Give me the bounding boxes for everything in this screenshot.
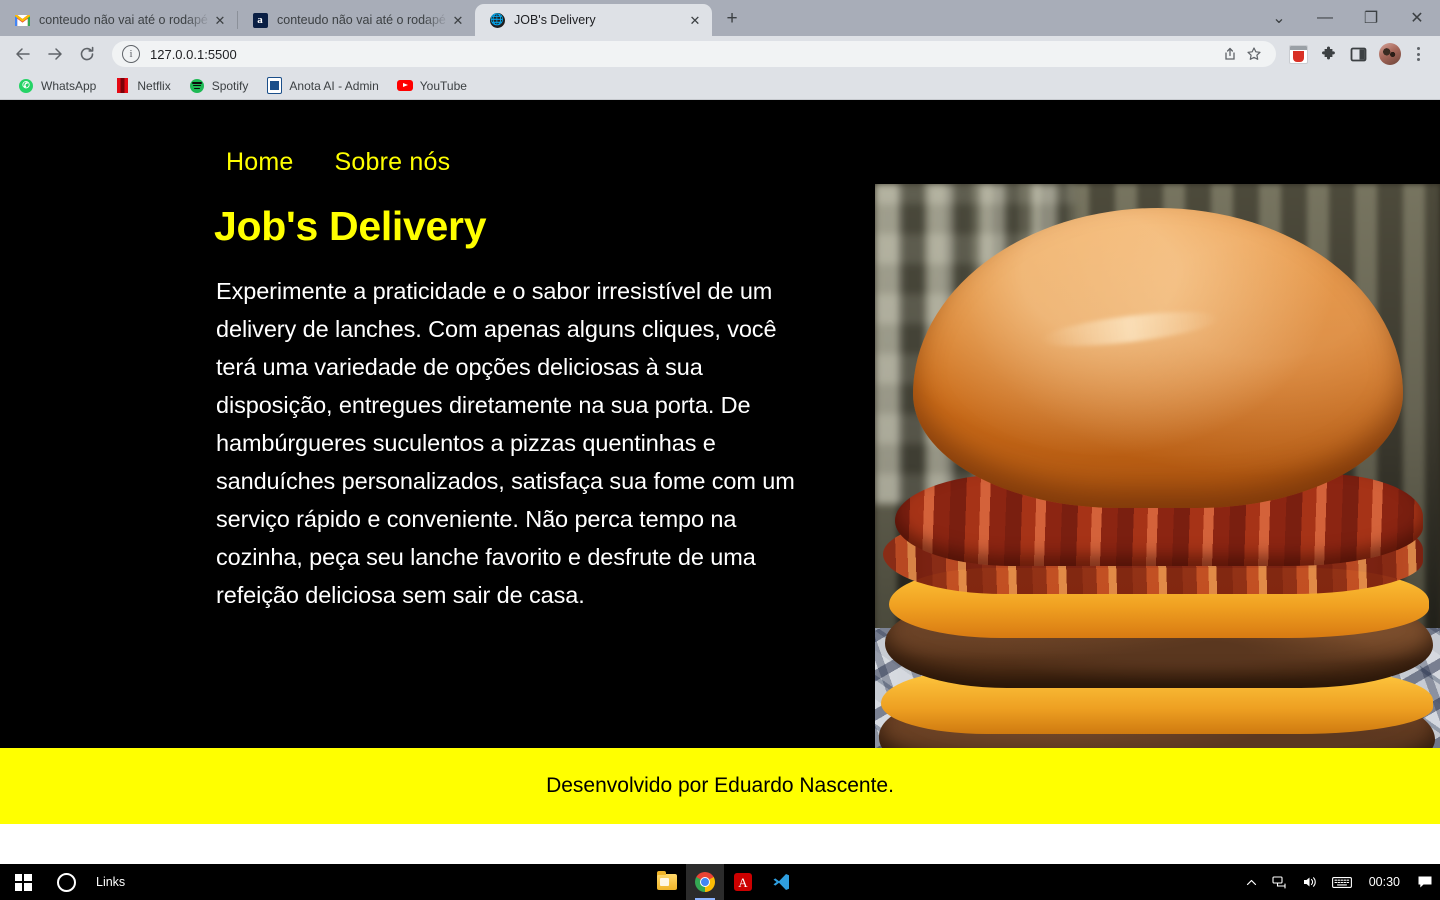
gmail-icon [14,12,30,28]
bookmark-label: YouTube [419,78,467,93]
burger-photo [875,184,1440,748]
bookmarks-bar: ✆ WhatsApp Netflix Spotify Anota AI - Ad… [0,72,1440,100]
hero-paragraph: Experimente a praticidade e o sabor irre… [216,278,795,608]
nav-link-sobre-nos[interactable]: Sobre nós [335,148,451,177]
system-tray: 00:30 [1238,864,1440,900]
page-footer: Desenvolvido por Eduardo Nascente. [0,748,1440,824]
taskbar-app-vscode[interactable] [762,864,800,900]
bookmark-youtube[interactable]: YouTube [389,75,475,97]
tab-strip: conteudo não vai até o rodapé - ✕ a cont… [0,0,1440,36]
bookmark-label: WhatsApp [41,78,97,93]
maximize-button[interactable]: ❐ [1348,0,1394,36]
back-button[interactable] [8,39,38,69]
hero-section: Home Sobre nós Job's Delivery Experiment… [0,100,1440,748]
whatsapp-icon: ✆ [18,78,34,94]
side-panel-icon[interactable] [1344,40,1372,68]
avatar[interactable] [1374,40,1402,68]
footer-credit-text: Desenvolvido por Eduardo Nascente. [546,774,894,797]
bookmark-netflix[interactable]: Netflix [106,75,178,97]
taskbar-app-acrobat[interactable]: A [724,864,762,900]
file-explorer-icon [657,871,677,890]
tab-title: JOB's Delivery [514,13,596,27]
bookmark-anota-ai[interactable]: Anota AI - Admin [258,75,386,97]
extension-icon[interactable] [1284,40,1312,68]
globe-icon: 🌐 [489,12,505,28]
cortana-icon [56,872,76,892]
show-hidden-icons[interactable] [1238,864,1265,900]
browser-toolbar: i 127.0.0.1:5500 [0,36,1440,72]
new-tab-button[interactable]: + [718,5,746,33]
anota-ai-icon [266,77,282,94]
minimize-button[interactable]: — [1302,0,1348,36]
browser-window: conteudo não vai até o rodapé - ✕ a cont… [0,0,1440,864]
chrome-menu-button[interactable] [1404,40,1432,68]
address-bar[interactable]: i 127.0.0.1:5500 [112,41,1276,67]
share-icon[interactable] [1218,42,1242,66]
close-icon[interactable]: ✕ [449,11,467,29]
action-center-icon[interactable] [1410,864,1440,900]
taskbar-app-chrome[interactable] [686,864,724,900]
acrobat-icon: A [734,873,752,891]
puzzle-icon[interactable] [1314,40,1342,68]
bookmark-spotify[interactable]: Spotify [181,75,257,97]
browser-tab-2[interactable]: a conteudo não vai até o rodapé | ✕ [238,4,475,36]
tab-title: conteudo não vai até o rodapé - [39,13,211,27]
page-viewport: Home Sobre nós Job's Delivery Experiment… [0,100,1440,864]
windows-taskbar: Links A 00:30 [0,864,1440,900]
netflix-icon [114,78,130,94]
close-icon[interactable]: ✕ [686,11,704,29]
chrome-icon [695,872,715,892]
omnibox-actions [1218,42,1266,66]
window-controls: ⌄ — ❐ ✕ [1256,0,1440,36]
close-icon[interactable]: ✕ [211,11,229,29]
url-text: 127.0.0.1:5500 [150,46,237,62]
spotify-icon [189,78,205,94]
taskbar-apps: A [648,864,800,900]
site-info-icon[interactable]: i [122,45,140,63]
start-button[interactable] [0,864,46,900]
bookmark-label: Spotify [211,78,249,93]
nav-link-home[interactable]: Home [226,148,294,177]
taskbar-clock[interactable]: 00:30 [1359,864,1410,900]
vscode-icon [771,873,791,891]
youtube-icon [396,78,413,94]
cortana-search-button[interactable] [46,864,86,900]
tab-title: conteudo não vai até o rodapé | [277,13,449,27]
network-icon[interactable] [1265,864,1295,900]
bookmark-label: Anota AI - Admin [289,78,379,93]
browser-tab-3-active[interactable]: 🌐 JOB's Delivery ✕ [475,4,712,36]
browser-tab-1[interactable]: conteudo não vai até o rodapé - ✕ [0,4,237,36]
keyboard-icon[interactable] [1325,864,1359,900]
bookmark-label: Netflix [137,78,171,93]
volume-icon[interactable] [1295,864,1325,900]
bookmark-star-icon[interactable] [1242,42,1266,66]
windows-logo-icon [14,873,32,891]
tab-search-icon[interactable]: ⌄ [1256,0,1302,36]
bookmark-whatsapp[interactable]: ✆ WhatsApp [10,75,104,97]
close-window-button[interactable]: ✕ [1394,0,1440,36]
taskbar-app-file-explorer[interactable] [648,864,686,900]
reload-button[interactable] [72,39,102,69]
site-nav: Home Sobre nós [0,100,1440,177]
taskbar-links-label[interactable]: Links [96,875,125,889]
anota-ai-icon: a [252,12,268,28]
forward-button[interactable] [40,39,70,69]
